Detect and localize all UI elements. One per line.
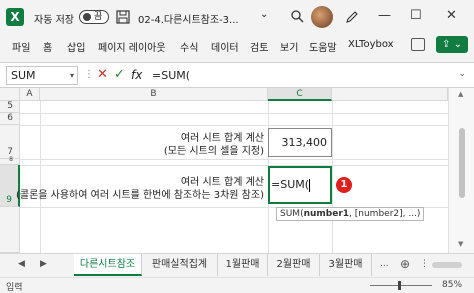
- more-sheets-button[interactable]: ...: [380, 259, 389, 269]
- select-all-corner[interactable]: [0, 88, 20, 101]
- autosave-state: 끔: [94, 12, 103, 22]
- row-header-6[interactable]: 6: [0, 113, 20, 125]
- sheet-tab[interactable]: 2월판매: [268, 254, 320, 276]
- comment-icon[interactable]: [411, 38, 425, 51]
- title-bar: X 자동 저장 끔 02-4.다른시트참조-3... ⌄ — ☐ ✕: [0, 0, 474, 34]
- column-header-c[interactable]: C: [268, 88, 332, 101]
- cancel-icon[interactable]: ✕: [97, 67, 108, 82]
- formula-input[interactable]: =SUM(: [152, 66, 452, 85]
- gridline: [20, 165, 448, 166]
- formula-bar: SUM ▾ ⋮ ✕ ✓ fx =SUM( ⌄: [0, 62, 474, 88]
- status-bar: 입력 85%: [0, 277, 474, 293]
- scroll-down-icon[interactable]: ▼: [458, 240, 463, 248]
- name-box[interactable]: SUM ▾: [6, 66, 78, 85]
- sheet-tab[interactable]: 판매실적집계: [142, 254, 218, 276]
- cell-c7[interactable]: 313,400: [268, 128, 332, 157]
- function-tooltip[interactable]: SUM(number1, [number2], ...): [276, 207, 425, 221]
- cell-c9-editing: =SUM(: [271, 178, 310, 191]
- tab-help[interactable]: 도움말: [309, 39, 337, 54]
- autosave-label: 자동 저장: [34, 15, 74, 26]
- column-header-d[interactable]: [332, 88, 448, 101]
- column-header-a[interactable]: A: [20, 88, 40, 101]
- zoom-level[interactable]: 85%: [442, 280, 462, 290]
- tab-data[interactable]: 데이터: [211, 39, 239, 54]
- sheet-tab-active[interactable]: 다른시트참조: [74, 254, 142, 276]
- add-sheet-button[interactable]: ⊕: [400, 257, 410, 271]
- cell-b7-line2[interactable]: (모든 시트의 셀을 지정): [164, 142, 264, 157]
- chevron-down-icon[interactable]: ▾: [70, 67, 74, 84]
- enter-icon[interactable]: ✓: [114, 67, 125, 82]
- chevron-down-icon[interactable]: ⌄: [260, 9, 268, 20]
- text-cursor: [309, 178, 311, 192]
- tab-home[interactable]: 홈: [43, 39, 52, 54]
- search-icon[interactable]: [290, 9, 304, 23]
- sheet-tab[interactable]: 3월판매: [320, 254, 372, 276]
- active-cell-c9[interactable]: =SUM(: [268, 166, 332, 204]
- prev-sheet-icon[interactable]: ◀: [18, 259, 25, 269]
- tab-review[interactable]: 검토: [250, 39, 268, 54]
- expand-icon[interactable]: ⌄: [458, 69, 466, 79]
- step-badge: 1: [336, 177, 352, 193]
- gridline: [20, 125, 448, 126]
- toggle-knob: [83, 13, 91, 21]
- zoom-slider[interactable]: [370, 285, 432, 286]
- row-header-10[interactable]: [0, 207, 20, 253]
- status-mode: 입력: [6, 283, 23, 293]
- tab-insert[interactable]: 삽입: [67, 39, 85, 54]
- autosave-toggle[interactable]: 끔: [79, 10, 109, 24]
- tab-page-layout[interactable]: 페이지 레이아웃: [98, 39, 166, 54]
- gridline: [40, 101, 41, 253]
- scroll-up-icon[interactable]: ▲: [458, 90, 463, 98]
- tooltip-args-rest: , [number2], ...): [349, 209, 421, 219]
- more-icon: ⋮: [420, 259, 429, 269]
- close-button[interactable]: ✕: [446, 8, 457, 23]
- gridline: [20, 159, 448, 160]
- avatar[interactable]: [311, 6, 333, 28]
- ribbon-tabs: 파일 홈 삽입 페이지 레이아웃 수식 데이터 검토 보기 도움말 XLToyb…: [0, 34, 474, 56]
- zoom-slider-knob[interactable]: [398, 281, 401, 290]
- column-header-b[interactable]: B: [40, 88, 268, 101]
- maximize-button[interactable]: ☐: [410, 8, 422, 23]
- row-header-7[interactable]: 7: [0, 125, 20, 159]
- horizontal-scrollbar[interactable]: [432, 262, 462, 268]
- next-sheet-icon[interactable]: ▶: [40, 259, 47, 269]
- share-button[interactable]: ⇪ ⌄: [436, 36, 468, 53]
- tab-xltoybox[interactable]: XLToybox: [348, 39, 394, 50]
- minimize-button[interactable]: —: [378, 8, 391, 23]
- scrollbar-thumb[interactable]: [459, 128, 465, 198]
- row-header-5[interactable]: 5: [0, 101, 20, 113]
- gridline: [20, 113, 448, 114]
- more-icon: ⋮: [84, 69, 94, 80]
- insert-function-button[interactable]: fx: [131, 68, 142, 82]
- excel-logo-icon: X: [6, 8, 24, 26]
- tab-file[interactable]: 파일: [12, 39, 30, 54]
- gridline: [332, 101, 333, 253]
- name-box-value: SUM: [11, 69, 36, 82]
- tooltip-arg-number1[interactable]: number1: [304, 209, 349, 219]
- sheet-tab-bar: ◀ ▶ 다른시트참조 판매실적집계 1월판매 2월판매 3월판매 ... ⊕ ⋮: [0, 253, 474, 277]
- document-title[interactable]: 02-4.다른시트참조-3...: [138, 11, 239, 26]
- tab-view[interactable]: 보기: [280, 39, 298, 54]
- vertical-scrollbar[interactable]: ▲ ▼: [448, 88, 474, 253]
- pen-icon[interactable]: [345, 10, 359, 24]
- save-icon[interactable]: [115, 9, 131, 25]
- tab-formulas[interactable]: 수식: [180, 39, 198, 54]
- tooltip-function: SUM(: [280, 209, 304, 219]
- sheet-tab[interactable]: 1월판매: [218, 254, 268, 276]
- cell-b9-line2[interactable]: (콜론을 사용하여 여러 시트를 한번에 참조하는 3차원 참조): [16, 186, 264, 201]
